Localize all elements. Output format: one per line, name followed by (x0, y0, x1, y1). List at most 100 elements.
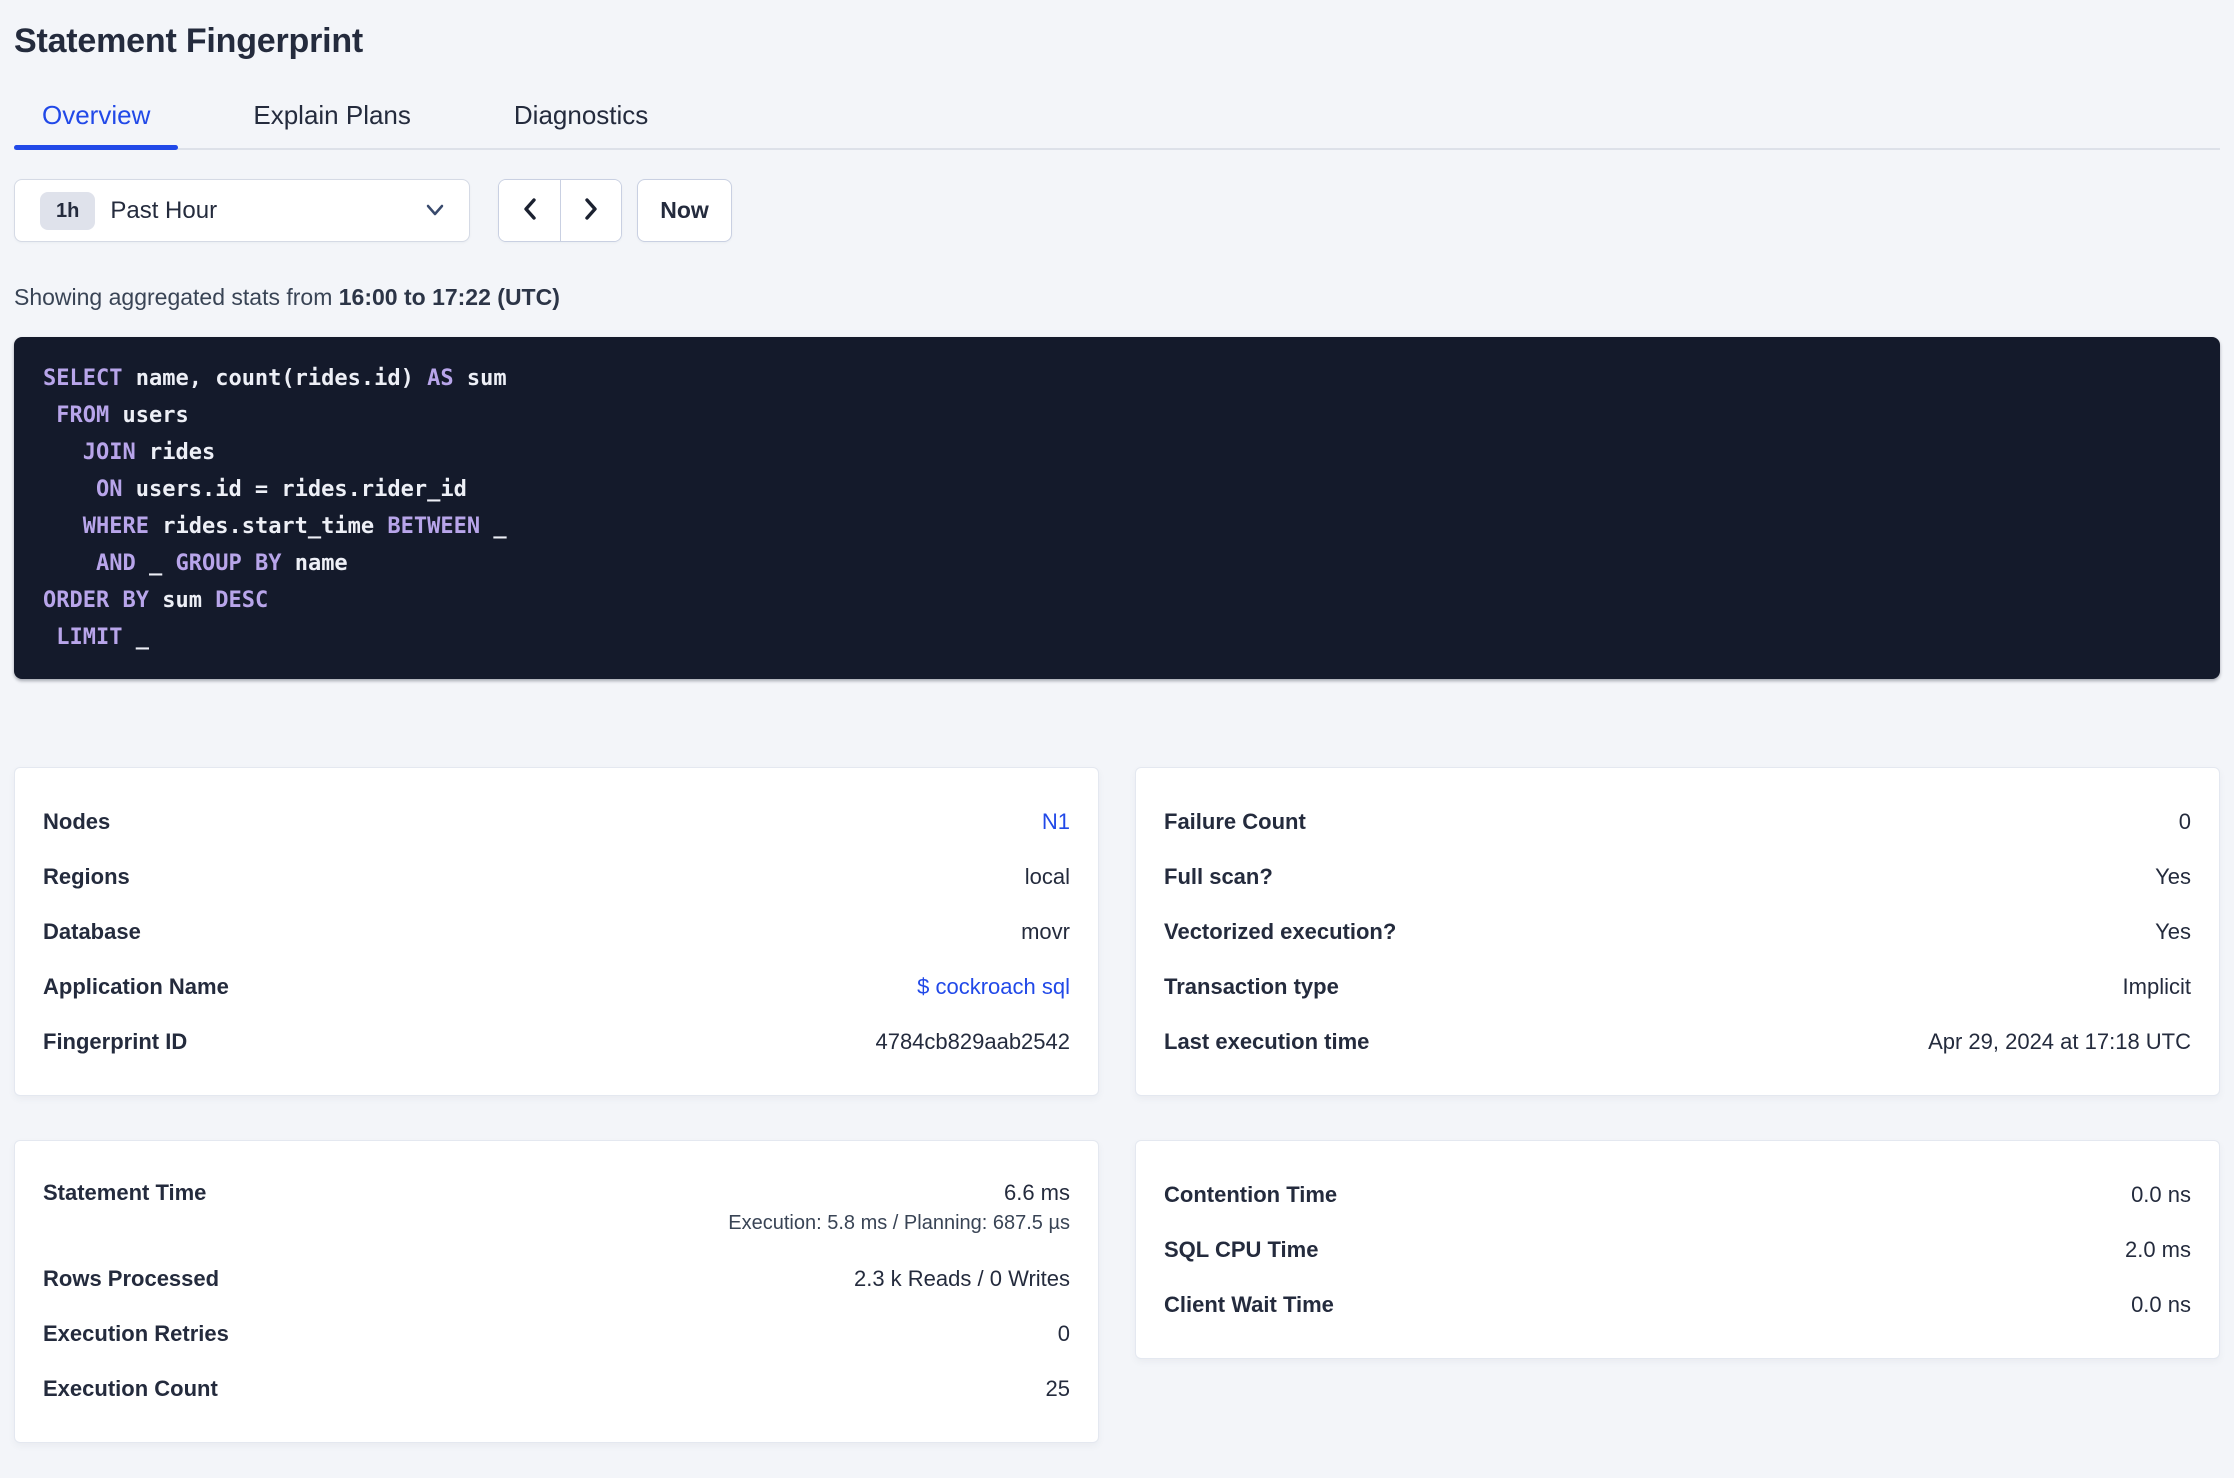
next-time-button[interactable] (560, 180, 621, 241)
card-row: Rows Processed 2.3 k Reads / 0 Writes (43, 1251, 1070, 1306)
row-label: Statement Time (43, 1180, 207, 1205)
tab-diagnostics[interactable]: Diagnostics (486, 102, 676, 148)
sql-text: _ (480, 514, 507, 539)
time-range-badge: 1h (40, 191, 96, 230)
row-label: Contention Time (1164, 1181, 1338, 1207)
card-row: Fingerprint ID 4784cb829aab2542 (43, 1014, 1070, 1069)
sql-text: _ (135, 551, 176, 576)
row-value: 2.0 ms (2124, 1236, 2191, 1262)
sql-line: LIMIT _ (43, 619, 2191, 656)
sql-line: SELECT name, count(rides.id) AS sum (43, 360, 2191, 397)
sql-text: users (109, 403, 189, 428)
card-row: Execution Count 25 (43, 1361, 1070, 1416)
sql-text: rides.start_time (148, 514, 388, 539)
row-value: 0.0 ns (2131, 1291, 2191, 1317)
row-value: 0 (1057, 1320, 1070, 1346)
row-value-stack: 25 (1046, 1376, 1070, 1402)
row-value-stack: 6.6 ms Execution: 5.8 ms / Planning: 687.… (728, 1180, 1070, 1235)
row-label: Fingerprint ID (43, 1028, 188, 1054)
card-row: Vectorized execution? Yes (1164, 904, 2191, 959)
sql-line: ON users.id = rides.rider_id (43, 471, 2191, 508)
time-step-buttons (498, 179, 622, 242)
row-label: Application Name (43, 973, 229, 999)
wait-time-card: Contention Time 0.0 ns SQL CPU Time 2.0 ms C… (1135, 1140, 2220, 1359)
row-value-stack: 0.0 ns (2131, 1182, 2191, 1208)
row-value: 4784cb829aab2542 (875, 1028, 1070, 1054)
row-value-stack: 0.0 ns (2131, 1292, 2191, 1318)
row-value-stack: $ cockroach sql (917, 974, 1070, 1000)
card-row: Contention Time 0.0 ns (1164, 1167, 2191, 1222)
sql-text: name, count(rides.id) (122, 366, 428, 391)
card-row: Last execution time Apr 29, 2024 at 17:18… (1164, 1014, 2191, 1069)
execution-attributes-card: Failure Count 0 Full scan? Yes Vectorized ex… (1135, 767, 2220, 1096)
tab-explain-plans[interactable]: Explain Plans (225, 102, 439, 148)
tabs: Overview Explain Plans Diagnostics (14, 102, 2220, 150)
row-value-stack: 0 (1058, 1321, 1070, 1347)
sql-line: JOIN rides (43, 434, 2191, 471)
card-row: Execution Retries 0 (43, 1306, 1070, 1361)
sql-keyword: ON (95, 477, 123, 502)
row-label: Nodes (43, 808, 111, 834)
sql-statement-box: SELECT name, count(rides.id) AS sum FROM… (14, 337, 2220, 679)
sql-keyword: LIMIT (56, 625, 123, 650)
page-title: Statement Fingerprint (14, 22, 364, 60)
row-label: Vectorized execution? (1164, 918, 1397, 944)
row-value: Yes (2155, 863, 2191, 889)
row-value: 2.3 k Reads / 0 Writes (853, 1265, 1070, 1291)
time-toolbar: 1h Past Hour Now (14, 179, 2220, 242)
sql-line: ORDER BY sum DESC (43, 582, 2191, 619)
time-range-label: Past Hour (110, 196, 218, 224)
row-value-stack: Yes (2155, 919, 2191, 945)
row-label: Last execution time (1164, 1028, 1370, 1054)
row-value-stack: 2.0 ms (2125, 1237, 2191, 1263)
sql-text: rides (135, 440, 216, 465)
aggregated-stats-text: Showing aggregated stats from 16:00 to 1… (14, 284, 2220, 311)
row-label: Failure Count (1164, 808, 1306, 834)
row-value-stack: 4784cb829aab2542 (875, 1029, 1070, 1055)
row-value-link[interactable]: $ cockroach sql (917, 974, 1070, 999)
row-label: Transaction type (1164, 973, 1339, 999)
card-row: Full scan? Yes (1164, 849, 2191, 904)
sql-keyword: JOIN (82, 440, 136, 465)
row-value: Apr 29, 2024 at 17:18 UTC (1928, 1028, 2191, 1054)
sql-text: _ (122, 625, 149, 650)
sql-keyword: ORDER BY (43, 588, 149, 613)
card-row: Transaction type Implicit (1164, 959, 2191, 1014)
sql-text: sum (148, 588, 216, 613)
card-row: Regions local (43, 849, 1070, 904)
row-value-stack: N1 (1042, 809, 1070, 835)
row-value: 0 (2178, 808, 2191, 834)
sql-text: sum (453, 366, 507, 391)
aggregated-stats-prefix: Showing aggregated stats from (14, 284, 339, 310)
sql-line: FROM users (43, 397, 2191, 434)
row-value: 25 (1045, 1375, 1070, 1401)
sql-text: name (281, 551, 348, 576)
row-value-stack: Implicit (2123, 974, 2191, 1000)
card-row: Application Name $ cockroach sql (43, 959, 1070, 1014)
row-label: Client Wait Time (1164, 1291, 1334, 1317)
row-value: 6.6 ms (1003, 1180, 1070, 1205)
row-value-stack: Apr 29, 2024 at 17:18 UTC (1928, 1029, 2191, 1055)
now-button[interactable]: Now (637, 179, 732, 242)
row-value-link[interactable]: N1 (1042, 809, 1070, 834)
sql-line: WHERE rides.start_time BETWEEN _ (43, 508, 2191, 545)
row-value-stack: 2.3 k Reads / 0 Writes (854, 1266, 1070, 1292)
card-row: Failure Count 0 (1164, 794, 2191, 849)
row-value: Implicit (2122, 973, 2191, 999)
previous-time-button[interactable] (499, 180, 560, 241)
sql-keyword: AS (427, 366, 454, 391)
time-range-dropdown[interactable]: 1h Past Hour (14, 179, 470, 242)
statement-details-card: Nodes N1 Regions local Database movr Applicati… (14, 767, 1099, 1096)
row-value: movr (1021, 918, 1070, 944)
sql-keyword: DESC (215, 588, 269, 613)
row-value: Yes (2155, 918, 2191, 944)
row-subvalue: Execution: 5.8 ms / Planning: 687.5 µs (728, 1212, 1070, 1234)
tab-overview[interactable]: Overview (14, 102, 179, 150)
cards-grid: Nodes N1 Regions local Database movr Applicati… (14, 767, 2220, 1443)
row-label: Rows Processed (43, 1265, 220, 1291)
